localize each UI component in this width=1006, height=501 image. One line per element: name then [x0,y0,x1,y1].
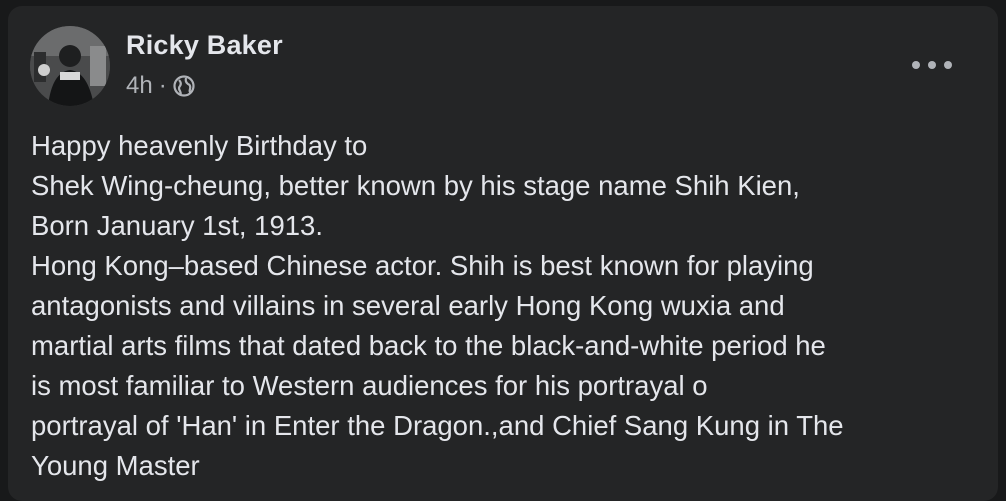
post-meta: 4h · [126,72,195,100]
post-card: Ricky Baker 4h · Happy heavenly Birthday… [8,6,998,501]
avatar-photo [30,26,110,106]
post-text-line: antagonists and villains in several earl… [31,290,785,321]
post-text-line: is most familiar to Western audiences fo… [31,370,708,401]
avatar[interactable] [30,26,110,106]
post-timestamp[interactable]: 4h [126,72,153,100]
post-text-line: martial arts films that dated back to th… [31,330,826,361]
meta-separator: · [158,72,167,99]
more-dot [912,61,920,69]
post-text-line: Hong Kong–based Chinese actor. Shih is b… [31,250,814,281]
post-text-line: Born January 1st, 1913. [31,210,323,241]
author-name[interactable]: Ricky Baker [126,30,283,61]
more-dot [944,61,952,69]
post-text: Happy heavenly Birthday to Shek Wing-che… [31,126,981,486]
post-text-line: Young Master [31,450,200,481]
post-text-line: portrayal of 'Han' in Enter the Dragon.,… [31,410,844,441]
post-text-line: Happy heavenly Birthday to [31,130,368,161]
globe-icon [173,75,195,97]
post-text-line: Shek Wing-cheung, better known by his st… [31,170,800,201]
more-dot [928,61,936,69]
more-options-icon[interactable] [912,56,952,74]
